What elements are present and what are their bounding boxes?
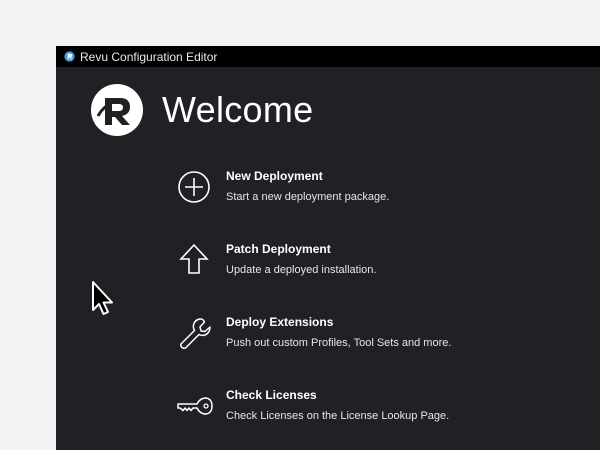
new-deployment-description: Start a new deployment package. — [226, 191, 390, 203]
app-icon — [64, 51, 75, 62]
new-deployment-title: New Deployment — [226, 169, 323, 183]
plus-circle-icon — [178, 171, 210, 203]
check-licenses-description: Check Licenses on the License Lookup Pag… — [226, 410, 450, 422]
app-window: Revu Configuration Editor Welcome New De… — [56, 46, 600, 450]
check-licenses-title: Check Licenses — [226, 388, 317, 402]
welcome-header: Welcome — [90, 83, 313, 137]
welcome-heading: Welcome — [162, 89, 314, 130]
patch-deployment-button[interactable]: Patch Deployment Update a deployed insta… — [174, 240, 574, 292]
deploy-extensions-button[interactable]: Deploy Extensions Push out custom Profil… — [174, 313, 574, 365]
title-bar[interactable]: Revu Configuration Editor — [56, 46, 600, 67]
revu-logo-icon — [91, 84, 143, 136]
patch-deployment-title: Patch Deployment — [226, 242, 331, 256]
new-deployment-button[interactable]: New Deployment Start a new deployment pa… — [174, 167, 574, 219]
mouse-pointer-icon — [92, 281, 113, 315]
window-title: Revu Configuration Editor — [80, 49, 218, 64]
deploy-extensions-title: Deploy Extensions — [226, 315, 334, 329]
patch-deployment-description: Update a deployed installation. — [226, 264, 377, 276]
check-licenses-button[interactable]: Check Licenses Check Licenses on the Lic… — [174, 386, 574, 438]
wrench-icon — [179, 318, 211, 350]
arrow-up-icon — [179, 243, 209, 274]
deploy-extensions-description: Push out custom Profiles, Tool Sets and … — [226, 337, 452, 349]
key-icon — [177, 397, 213, 415]
